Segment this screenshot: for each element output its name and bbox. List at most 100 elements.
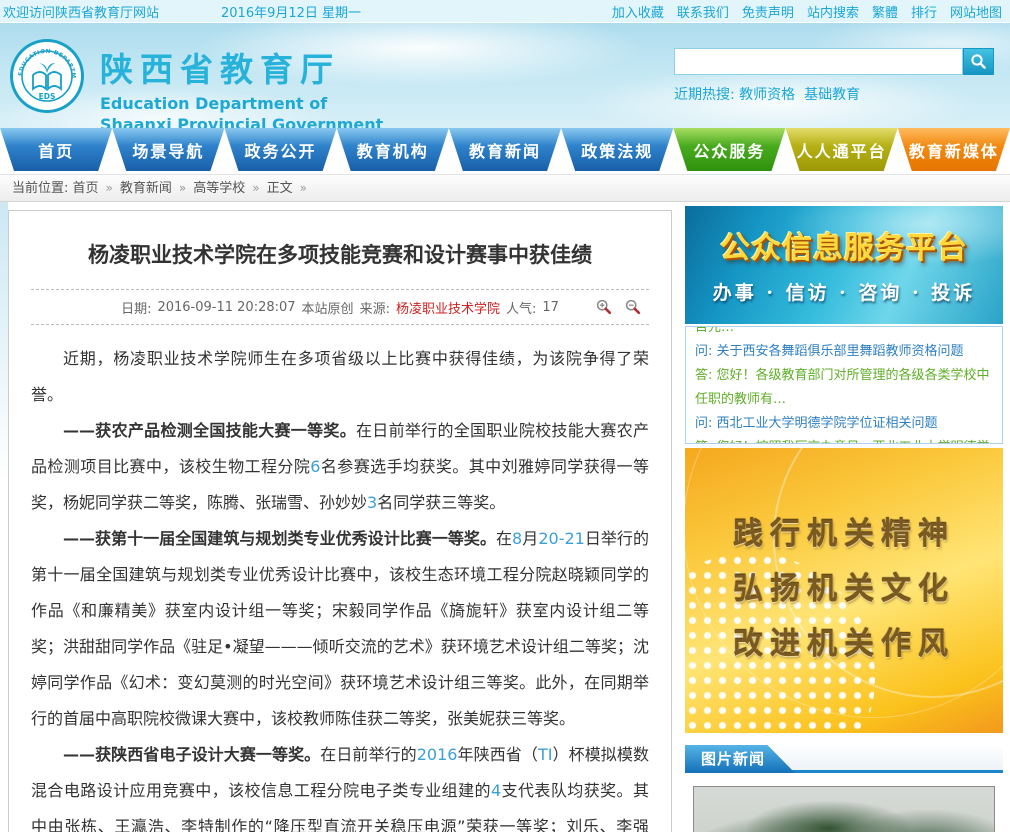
article-paragraph: ——获陕西省电子设计大赛一等奖。在日前举行的2016年陕西省（TI）杯模拟模数混… [31, 737, 649, 832]
agency-spirit-line: 改进机关作风 [685, 625, 1003, 665]
meta-hits-label: 人气: [506, 298, 536, 317]
qa-partial-line[interactable]: 目元… [695, 326, 993, 340]
site-header: EDUCATION DEPARTMENT OF SHAANXI EDS 陕西省教… [0, 23, 1010, 128]
breadcrumb: 当前位置: 首页 » 教育新闻 » 高等学校 » 正文 » [0, 174, 1010, 202]
agency-spirit-banner[interactable]: 践行机关精神 弘扬机关文化 改进机关作风 [685, 448, 1003, 733]
qa-line[interactable]: 答: 您好！按照我厅交办意见，西北工业大学明德学 [695, 436, 993, 444]
sidebar: 公众信息服务平台 办事 · 信访 · 咨询 · 投诉 目元… 问: 关于西安各舞… [685, 206, 1003, 832]
main-nav: 首页 场景导航 政务公开 教育机构 教育新闻 政策法规 公众服务 [0, 128, 1010, 171]
hot-search-link[interactable]: 基础教育 [804, 87, 860, 103]
paragraph-text: 近期，杨凌职业技术学院师生在多项省级以上比赛中获得佳绩，为该院争得了荣誉。 [31, 349, 649, 404]
topbar-link[interactable]: 繁體 [872, 2, 898, 21]
nav-tab[interactable]: 教育新闻 [449, 128, 561, 171]
nav-tab-label: 人人通平台 [797, 138, 887, 162]
article-paragraph: ——获第十一届全国建筑与规划类专业优秀设计比赛一等奖。在8月20-21日举行的第… [31, 521, 649, 737]
qa-line-text: 问: 关于西安各舞蹈俱乐部里舞蹈教师资格问题 [695, 344, 964, 359]
hot-search: 近期热搜: 教师资格基础教育 [674, 84, 994, 104]
qa-line-text: 问: 西北工业大学明德学院学位证相关问题 [695, 416, 938, 431]
topbar-links: 加入收藏联系我们免责声明站内搜索繁體排行网站地图 [599, 2, 1002, 21]
topbar-link[interactable]: 免责声明 [742, 2, 794, 21]
paragraph-text: 在8月20-21日举行的第十一届全国建筑与规划类专业优秀设计比赛中，该校生态环境… [31, 529, 649, 728]
public-service-banner-subtitle: 办事 · 信访 · 咨询 · 投诉 [685, 278, 1003, 305]
qa-line[interactable]: 答: 您好！各级教育部门对所管理的各级各类学校中任职的教师有… [695, 364, 993, 412]
nav-tab[interactable]: 人人通平台 [786, 128, 898, 171]
agency-spirit-line: 践行机关精神 [685, 515, 1003, 555]
public-service-banner-title: 公众信息服务平台 [685, 223, 1003, 267]
site-title: 陕西省教育厅 [100, 43, 383, 91]
breadcrumb-prefix: 当前位置: [12, 181, 73, 196]
nav-tab[interactable]: 首页 [0, 128, 112, 171]
breadcrumb-link[interactable]: 首页 [73, 181, 99, 196]
zoom-out-icon[interactable] [625, 299, 641, 315]
paragraph-lead: ——获陕西省电子设计大赛一等奖。 [63, 745, 320, 764]
search-area: 近期热搜: 教师资格基础教育 [674, 48, 994, 104]
nav-tab[interactable]: 场景导航 [112, 128, 224, 171]
topbar-link[interactable]: 站内搜索 [807, 2, 859, 21]
breadcrumb-separator: » [252, 181, 259, 195]
nav-tab[interactable]: 政策法规 [561, 128, 673, 171]
picture-news-photo[interactable] [693, 786, 995, 832]
nav-tab[interactable]: 教育新媒体 [898, 128, 1010, 171]
picture-news-header: 图片新闻 [685, 745, 1003, 773]
paragraph-lead: ——获农产品检测全国技能大赛一等奖。 [63, 421, 356, 440]
search-icon [970, 53, 987, 70]
nav-tab[interactable]: 公众服务 [673, 128, 785, 171]
top-utility-bar: 欢迎访问陕西省教育厅网站 2016年9月12日 星期一 加入收藏联系我们免责声明… [0, 0, 1010, 23]
nav-tab[interactable]: 教育机构 [337, 128, 449, 171]
left-edge-tint [0, 202, 8, 482]
article-panel: 杨凌职业技术学院在多项技能竞赛和设计赛事中获佳绩 日期: 2016-09-11 … [8, 210, 672, 832]
qa-list: 目元… 问: 关于西安各舞蹈俱乐部里舞蹈教师资格问题 答: 您好！各级教育部门对… [685, 326, 1003, 444]
breadcrumb-link[interactable]: 教育新闻 [120, 181, 172, 196]
nav-tab[interactable]: 政务公开 [224, 128, 336, 171]
nav-tab-label: 政策法规 [581, 138, 653, 162]
nav-tab-label: 教育机构 [357, 138, 429, 162]
meta-origin: 本站原创 [302, 298, 354, 317]
breadcrumb-link[interactable]: 高等学校 [193, 181, 245, 196]
qa-line[interactable]: 问: 西北工业大学明德学院学位证相关问题 [695, 412, 993, 436]
page: 欢迎访问陕西省教育厅网站 2016年9月12日 星期一 加入收藏联系我们免责声明… [0, 0, 1010, 832]
meta-date: 2016-09-11 20:28:07 [157, 300, 295, 315]
search-button[interactable] [963, 48, 994, 75]
nav-tab-label: 场景导航 [132, 138, 204, 162]
article-meta: 日期: 2016-09-11 20:28:07 本站原创 来源: 杨凌职业技术学… [31, 289, 649, 325]
nav-tab-label: 教育新闻 [469, 138, 541, 162]
topbar-date: 2016年9月12日 星期一 [221, 2, 361, 21]
picture-news-section: 图片新闻 [685, 745, 1003, 832]
article-paragraph: 近期，杨凌职业技术学院师生在多项省级以上比赛中获得佳绩，为该院争得了荣誉。 [31, 341, 649, 413]
site-titles: 陕西省教育厅 Education Department of Shaanxi P… [100, 43, 383, 128]
article-title: 杨凌职业技术学院在多项技能竞赛和设计赛事中获佳绩 [41, 239, 639, 269]
meta-source-link[interactable]: 杨凌职业技术学院 [396, 298, 500, 317]
public-service-banner[interactable]: 公众信息服务平台 办事 · 信访 · 咨询 · 投诉 [685, 206, 1003, 324]
nav-tab-label: 首页 [38, 138, 74, 162]
zoom-in-icon[interactable] [596, 299, 612, 315]
meta-date-label: 日期: [121, 298, 151, 317]
welcome-text: 欢迎访问陕西省教育厅网站 [3, 2, 159, 21]
font-zoom-controls [593, 299, 644, 315]
breadcrumb-separator: » [106, 181, 113, 195]
qa-line[interactable]: 问: 关于西安各舞蹈俱乐部里舞蹈教师资格问题 [695, 340, 993, 364]
topbar-link[interactable]: 加入收藏 [612, 2, 664, 21]
hot-search-link[interactable]: 教师资格 [739, 87, 795, 103]
qa-items: 问: 关于西安各舞蹈俱乐部里舞蹈教师资格问题 答: 您好！各级教育部门对所管理的… [695, 340, 993, 444]
agency-spirit-lines: 践行机关精神 弘扬机关文化 改进机关作风 [685, 515, 1003, 665]
breadcrumb-separator: » [300, 181, 307, 195]
nav-tab-label: 公众服务 [693, 138, 765, 162]
qa-line-text: 答: 您好！各级教育部门对所管理的各级各类学校中任职的教师有… [695, 368, 990, 407]
topbar-link[interactable]: 网站地图 [950, 2, 1002, 21]
breadcrumb-separator: » [179, 181, 186, 195]
breadcrumb-link: 正文 [267, 181, 293, 196]
topbar-link[interactable]: 联系我们 [677, 2, 729, 21]
svg-text:EDS: EDS [39, 92, 56, 101]
nav-tab-label: 教育新媒体 [909, 138, 999, 162]
paragraph-lead: ——获第十一届全国建筑与规划类专业优秀设计比赛一等奖。 [63, 529, 496, 548]
article-paragraph: ——获农产品检测全国技能大赛一等奖。在日前举行的全国职业院校技能大赛农产品检测项… [31, 413, 649, 521]
site-subtitle: Education Department of Shaanxi Provinci… [100, 94, 383, 128]
main-area: 杨凌职业技术学院在多项技能竞赛和设计赛事中获佳绩 日期: 2016-09-11 … [0, 202, 1010, 832]
picture-news-title: 图片新闻 [685, 745, 795, 773]
site-logo[interactable]: EDUCATION DEPARTMENT OF SHAANXI EDS [8, 37, 86, 115]
topbar-link[interactable]: 排行 [911, 2, 937, 21]
nav-tab-label: 政务公开 [245, 138, 317, 162]
meta-source-label: 来源: [360, 298, 390, 317]
search-input[interactable] [674, 48, 963, 75]
hot-search-links: 教师资格基础教育 [739, 87, 869, 103]
